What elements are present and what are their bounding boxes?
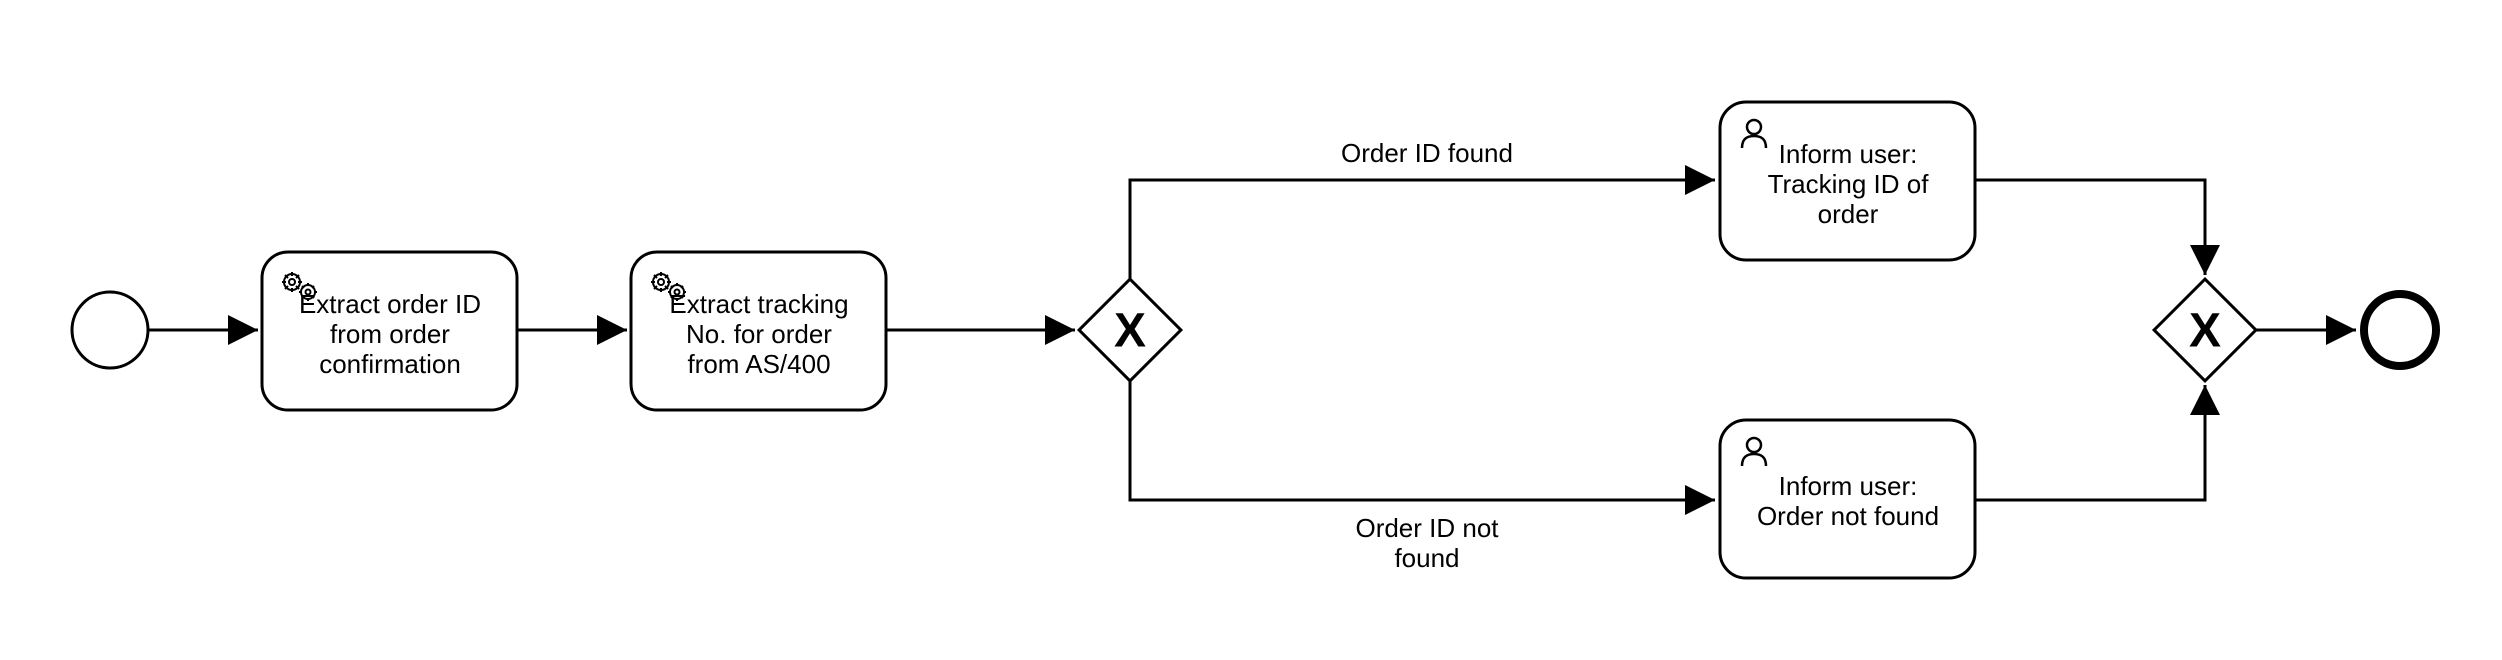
flow-notfound-to-merge (1975, 385, 2205, 500)
task-extract-order-id-line1: Extract order ID (299, 289, 481, 319)
label-order-id-not-found-line2: found (1394, 543, 1459, 573)
task-inform-not-found: Inform user: Order not found (1720, 420, 1975, 578)
label-order-id-not-found-line1: Order ID not (1355, 513, 1499, 543)
task-inform-tracking-line2: Tracking ID of (1768, 169, 1930, 199)
gateway-merge-x: X (2189, 305, 2221, 358)
task-extract-order-id-line3: confirmation (319, 349, 461, 379)
task-inform-tracking-line3: order (1818, 199, 1879, 229)
task-extract-order-id: Extract order ID from order confirmation (262, 252, 517, 410)
task-inform-tracking: Inform user: Tracking ID of order (1720, 102, 1975, 260)
task-extract-tracking-line2: No. for order (686, 319, 832, 349)
task-inform-not-found-line1: Inform user: (1779, 471, 1918, 501)
gateway-split-x: X (1114, 305, 1146, 358)
flow-split-to-notfound (1130, 381, 1715, 500)
task-extract-order-id-line2: from order (330, 319, 450, 349)
task-extract-tracking: Extract tracking No. for order from AS/4… (631, 252, 886, 410)
start-event (72, 292, 148, 368)
flow-found-to-merge (1975, 180, 2205, 275)
end-event (2364, 294, 2436, 366)
task-inform-not-found-line2: Order not found (1757, 501, 1939, 531)
flow-split-to-found (1130, 180, 1715, 279)
task-extract-tracking-line1: Extract tracking (669, 289, 848, 319)
task-inform-tracking-line1: Inform user: (1779, 139, 1918, 169)
task-extract-tracking-line3: from AS/400 (687, 349, 830, 379)
label-order-id-found: Order ID found (1341, 138, 1513, 168)
gateway-merge: X (2154, 279, 2256, 381)
gateway-split: X (1079, 279, 1181, 381)
